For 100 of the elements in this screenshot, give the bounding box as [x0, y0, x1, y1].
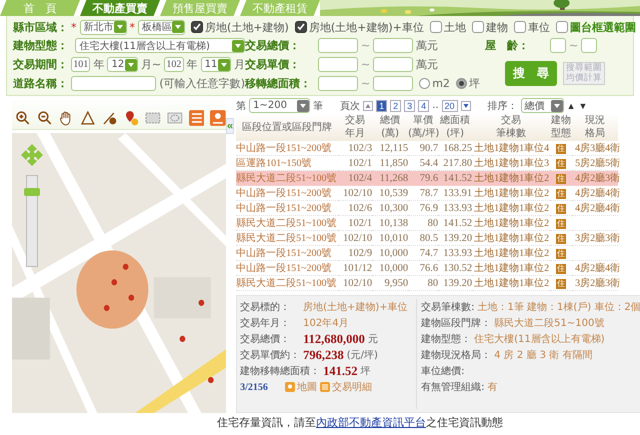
detail-label: 交易年月： — [240, 316, 292, 330]
unit-label: 年 — [186, 57, 198, 72]
table-cell: 10,300 — [379, 202, 408, 214]
notice-text: 住宅存量資訊，請至內政部不動產資訊平台之住宅資訊動態 — [216, 415, 504, 430]
page-link[interactable]: 2 — [390, 100, 402, 112]
month-select[interactable]: 11 — [200, 57, 231, 72]
unit-label: 元 — [368, 333, 378, 346]
table-cell: 土地1建物1車位3 — [474, 158, 550, 169]
table-row[interactable]: 縣民大道二段51~100號 102/4 11,268 79.6 141.52 土地1建物1車位2 住 4房2廳3衛 — [236, 170, 618, 186]
table-cell: 133.93 — [443, 202, 472, 214]
table-cell: 區運路101~150號 — [236, 158, 312, 169]
table-row[interactable]: 中山路一段151~200號 102/6 10,300 76.9 133.93 土地1建物1車位2 住 4房2廳4衛 — [236, 200, 618, 216]
detail-label: 交易單價約： — [240, 348, 300, 362]
table-cell: 102/4 — [348, 172, 372, 184]
table-cell: 102/10 — [342, 188, 372, 198]
table-cell: 102/10 — [342, 278, 372, 288]
table-cell: 3房2廳3衛 — [575, 233, 620, 244]
building-tag: 住 — [556, 218, 566, 228]
detail-value: 141.52 — [323, 364, 358, 378]
table-cell: 12,115 — [380, 142, 408, 154]
building-tag: 住 — [556, 234, 566, 244]
detail-label: 交易總價： — [240, 332, 292, 346]
range-separator: ~ — [361, 39, 370, 52]
table-cell: 80 — [428, 218, 438, 228]
month-select[interactable]: 12 — [107, 57, 138, 72]
detail-button[interactable]: 交易明細 — [320, 380, 372, 394]
table-cell: 4房2廳4衛 — [575, 188, 620, 199]
column-header: 交易 — [345, 114, 366, 127]
page-link[interactable]: 4 — [418, 100, 430, 112]
city-select[interactable]: 新北市 — [80, 20, 126, 34]
detail-value: 112,680,000 — [303, 332, 365, 346]
pager-label: 筆 — [313, 100, 324, 112]
building-tag: 住 — [556, 248, 566, 258]
range-select[interactable]: 1~200 — [249, 98, 310, 113]
table-cell: 102/3 — [348, 142, 372, 154]
table-cell: 10,138 — [379, 218, 408, 228]
table-cell: 5房2廳5衛 — [575, 158, 620, 169]
field-label: 建物型態： — [13, 38, 69, 53]
page-link[interactable]: 3 — [404, 100, 416, 112]
sort-select[interactable]: 總價 — [520, 98, 564, 113]
table-row[interactable]: 中山路一段151~200號 102/3 12,115 90.7 168.25 土地1建物1車位4 住 4房3廳4衛 — [236, 141, 618, 156]
table-row[interactable]: 縣民大道二段51~100號 102/10 9,950 80 139.20 土地1建物1車位2 住 3房2廳3衛 — [236, 276, 618, 290]
pager-label: 頁次 — [340, 100, 360, 112]
column-header: 格局 — [585, 127, 606, 140]
table-cell: 168.25 — [443, 142, 472, 154]
detail-value: 住宅大樓(11層含以上有電梯) — [474, 332, 605, 346]
table-row[interactable]: 中山路一段151~200號 101/12 10,000 76.6 130.52 土地1建物1車位2 住 4房2廳4衛 — [236, 260, 618, 276]
unit-label: 萬元 — [416, 57, 438, 72]
table-cell: 土地1建物1車位2 — [474, 173, 550, 184]
table-row[interactable]: 縣民大道二段51~100號 102/10 10,010 80.5 139.20 土地1建物1車位2 住 3房2廳3衛 — [236, 230, 618, 246]
table-cell: 9,950 — [384, 278, 408, 288]
table-row[interactable]: 縣民大道二段51~100號 102/1 10,138 80 141.52 土地1建物1車位2 住 — [236, 216, 618, 230]
column-header: 筆棟數 — [496, 127, 526, 140]
year-field[interactable]: 101 — [71, 57, 90, 72]
nav-tab[interactable]: 不動產買賣 — [80, 0, 160, 16]
table-cell: 139.20 — [443, 232, 472, 244]
table-cell: 102/1 — [348, 218, 372, 228]
table-row[interactable]: 中山路一段151~200號 102/9 10,000 74.7 133.93 土地1建物1車位2 住 — [236, 246, 618, 260]
building-tag: 住 — [556, 158, 566, 168]
table-cell: 縣民大道二段51~100號 — [236, 173, 337, 184]
platform-link[interactable]: 內政部不動產資訊平台 — [316, 416, 426, 429]
table-cell: 中山路一段151~200號 — [236, 188, 332, 199]
column-header: 區段位置或區段門牌 — [242, 120, 332, 134]
building-tag: 住 — [556, 144, 566, 154]
field-label: 交易期間： — [13, 57, 68, 72]
table-cell: 4房2廳3衛 — [575, 173, 620, 184]
table-row[interactable]: 中山路一段151~200號 102/10 10,539 78.7 133.91 土地1建物1車位2 住 4房2廳4衛 — [236, 186, 618, 200]
field-label: 交易單價： — [245, 57, 301, 72]
unit-label: 坪 — [360, 365, 370, 378]
district-select[interactable]: 板橋區 — [138, 20, 185, 34]
map-button[interactable]: 地圖 — [285, 380, 318, 394]
field-hint: (可輸入任意字數) — [159, 76, 245, 91]
range-separator: ~ — [361, 58, 370, 71]
table-cell: 土地1建物1車位2 — [474, 188, 550, 199]
checkbox-label: 房地(土地+建物)+車位 — [308, 20, 424, 34]
page-link[interactable]: 1 — [376, 100, 388, 112]
collapse-button[interactable]: « — [226, 118, 234, 134]
table-cell: 3房2廳3衛 — [575, 278, 620, 289]
search-button[interactable]: 搜 尋 — [505, 61, 557, 86]
unit-label: 年 — [93, 57, 104, 72]
building-tag: 住 — [556, 174, 566, 184]
table-cell: 11,850 — [380, 158, 408, 168]
table-cell: 133.91 — [443, 188, 472, 198]
table-cell: 縣民大道二段51~100號 — [236, 233, 337, 244]
table-cell: 土地1建物1車位2 — [474, 218, 550, 229]
table-cell: 141.52 — [443, 218, 472, 228]
page-link[interactable]: 20 — [442, 100, 458, 112]
column-header: 年月 — [345, 127, 366, 140]
building-tag: 住 — [556, 204, 566, 214]
unit-label: 月~ — [140, 57, 162, 72]
range-separator: ~ — [361, 77, 370, 90]
checkbox-label: 房地(土地+建物) — [205, 20, 289, 34]
field-label: 縣市區域： — [13, 20, 68, 34]
unit-label: 萬元 — [416, 38, 438, 53]
building-type-select[interactable]: 住宅大樓(11層含以上有電梯) — [75, 38, 245, 53]
year-field[interactable]: 102 — [164, 57, 184, 72]
table-cell: 78.7 — [420, 188, 438, 198]
detail-value: 有 — [488, 381, 498, 394]
table-cell: 102/1 — [348, 158, 372, 168]
detail-label: 交易筆棟數: — [421, 300, 474, 314]
